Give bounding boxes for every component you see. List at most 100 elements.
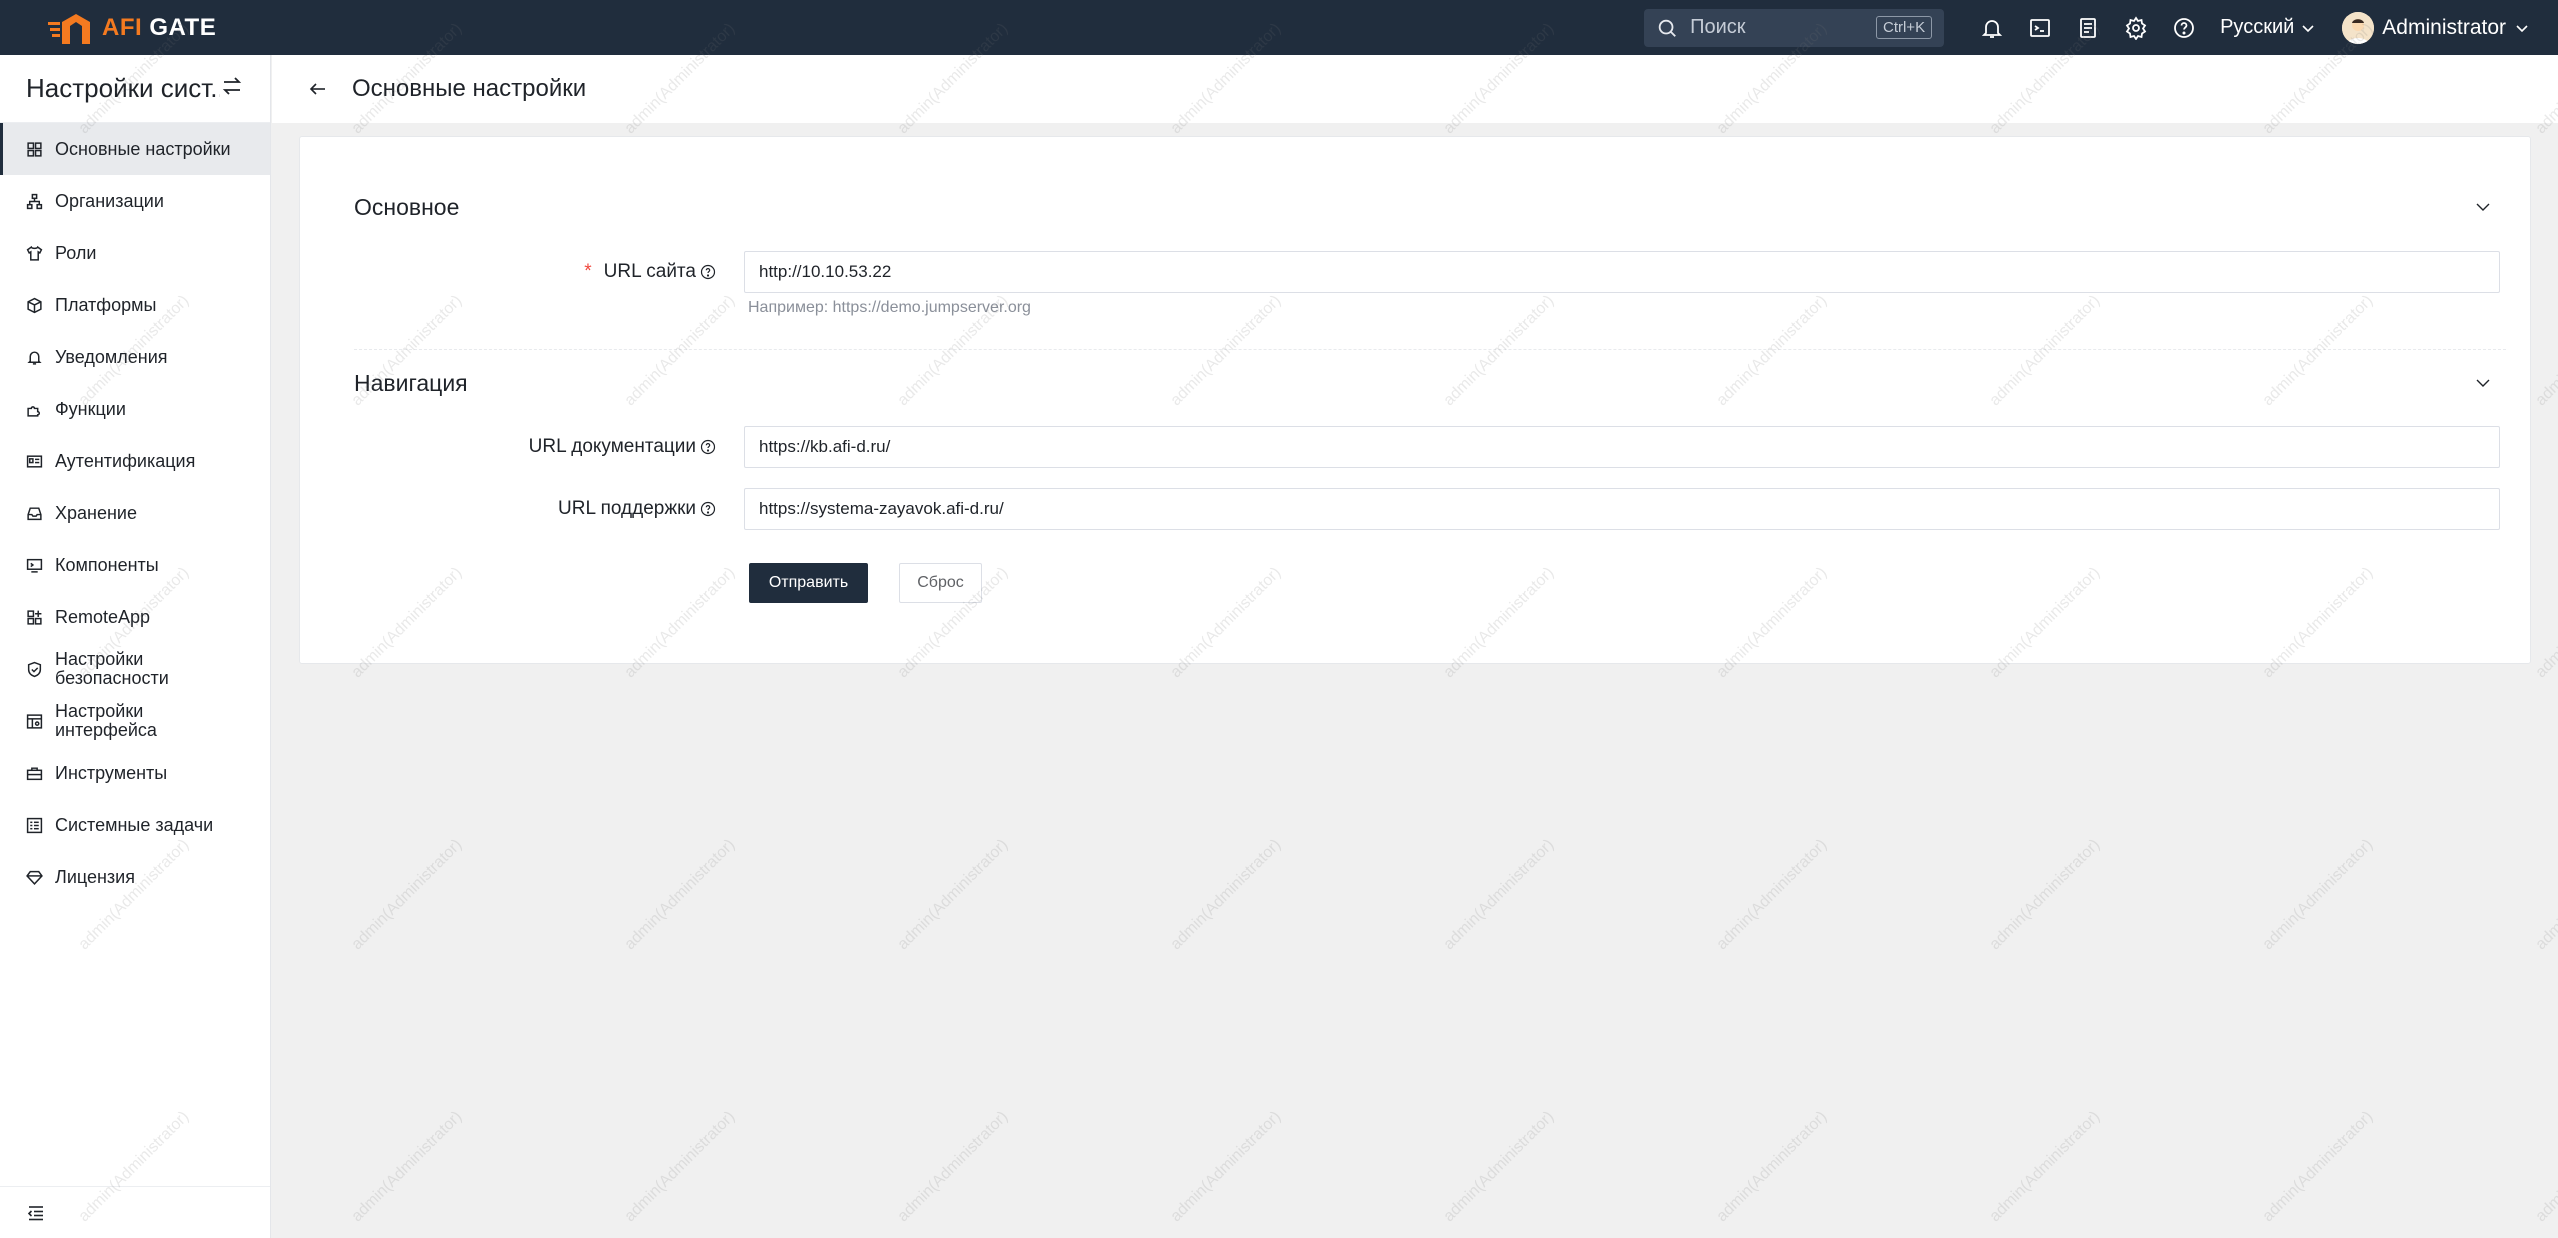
search-shortcut: Ctrl+K (1875, 16, 1933, 39)
help-button[interactable] (2160, 4, 2208, 52)
sidebar-item-license[interactable]: Лицензия (0, 851, 270, 903)
layout-icon (26, 713, 43, 729)
docs-url-row: URL документации (354, 426, 2506, 468)
help-icon[interactable] (700, 439, 716, 455)
language-select[interactable]: Русский (2220, 16, 2316, 39)
sidebar-item-authentication[interactable]: Аутентификация (0, 435, 270, 487)
help-icon[interactable] (700, 264, 716, 280)
task-list-icon (26, 817, 43, 833)
submit-button[interactable]: Отправить (749, 563, 868, 603)
watermark-text: admin(Administrator) (348, 836, 466, 954)
watermark-text: admin(Administrator) (1167, 836, 1285, 954)
section-title: Основное (354, 193, 460, 220)
cube-icon (27, 297, 42, 313)
site-url-input[interactable] (744, 251, 2500, 293)
logo-text: AFI GATE (102, 13, 217, 41)
notifications-button[interactable] (1968, 4, 2016, 52)
sidebar-item-notifications[interactable]: Уведомления (0, 331, 270, 383)
terminal-button[interactable] (2016, 4, 2064, 52)
watermark-text: admin(Administrator) (2259, 1108, 2377, 1226)
shield-icon (27, 661, 42, 677)
search-box[interactable]: Поиск Ctrl+K (1644, 8, 1945, 47)
sidebar-item-platforms[interactable]: Платформы (0, 279, 270, 331)
settings-button[interactable] (2112, 4, 2160, 52)
section-basic-header[interactable]: Основное (354, 187, 2506, 227)
sidebar-item-roles[interactable]: Роли (0, 227, 270, 279)
watermark-text: admin(Administrator) (2532, 564, 2558, 682)
user-avatar-icon (2342, 11, 2375, 44)
sidebar-item-label: Функции (55, 398, 126, 419)
watermark-text: admin(Administrator) (1986, 1108, 2104, 1226)
site-url-hint: Например: https://demo.jumpserver.org (748, 299, 1031, 316)
watermark-text: admin(Administrator) (348, 1108, 466, 1226)
required-asterisk: * (584, 261, 592, 282)
sidebar-item-label: Организации (55, 190, 164, 211)
sidebar-item-label: Основные настройки (55, 138, 231, 159)
support-url-row: URL поддержки (354, 488, 2506, 530)
sidebar-item-organizations[interactable]: Организации (0, 175, 270, 227)
logo-mark-icon (48, 13, 90, 44)
sidebar-item-label: Лицензия (55, 866, 135, 887)
sidebar-item-security-settings[interactable]: Настройки безопасности (0, 643, 270, 695)
inbox-icon (27, 506, 42, 520)
shirt-icon (26, 245, 43, 261)
grid-icon (27, 141, 42, 157)
switch-view-button[interactable] (220, 74, 244, 103)
watermark-text: admin(Administrator) (2259, 836, 2377, 954)
reset-button[interactable]: Сброс (899, 563, 982, 603)
collapse-menu-icon (27, 1205, 43, 1220)
logo[interactable]: AFI GATE (46, 0, 216, 55)
clipboard-icon (2080, 17, 2096, 38)
sidebar-item-remoteapp[interactable]: RemoteApp (0, 591, 270, 643)
watermark-text: admin(Administrator) (1167, 1108, 1285, 1226)
sidebar-header: Настройки сист... (0, 55, 270, 123)
section-nav-header[interactable]: Навигация (354, 363, 2506, 403)
site-url-row: * URL сайта (354, 251, 2506, 293)
sidebar-item-system-tasks[interactable]: Системные задачи (0, 799, 270, 851)
puzzle-icon (27, 405, 40, 417)
sidebar-title: Настройки сист... (26, 73, 220, 103)
docs-url-label: URL документации (354, 436, 724, 458)
sidebar-item-features[interactable]: Функции (0, 383, 270, 435)
terminal-icon (2030, 18, 2050, 37)
sidebar-item-label: Роли (55, 242, 97, 263)
watermark-text: admin(Administrator) (1986, 836, 2104, 954)
sidebar-item-label: Платформы (55, 294, 157, 315)
sidebar-item-basic-settings[interactable]: Основные настройки (0, 123, 270, 175)
help-icon[interactable] (700, 501, 716, 517)
watermark-text: admin(Administrator) (894, 836, 1012, 954)
back-button[interactable] (304, 75, 332, 103)
watermark-text: admin(Administrator) (621, 836, 739, 954)
support-url-label: URL поддержки (354, 498, 724, 520)
settings-form-card: Основное * URL сайта Например: https://d… (299, 136, 2531, 664)
sidebar-item-storage[interactable]: Хранение (0, 487, 270, 539)
toolbox-icon (26, 766, 43, 780)
org-tree-icon (26, 193, 43, 209)
sidebar-item-components[interactable]: Компоненты (0, 539, 270, 591)
page-header: Основные настройки (272, 55, 2558, 123)
gear-icon (2125, 15, 2147, 40)
bell-icon (27, 350, 42, 365)
sidebar-item-interface-settings[interactable]: Настройки интерфейса (0, 695, 270, 747)
sidebar-item-label: Аутентификация (55, 450, 196, 471)
watermark-text: admin(Administrator) (1713, 1108, 1831, 1226)
section-divider (354, 349, 2506, 350)
help-icon (2174, 17, 2194, 38)
sidebar-item-tools[interactable]: Инструменты (0, 747, 270, 799)
tickets-button[interactable] (2064, 4, 2112, 52)
sidebar-collapse-button[interactable] (0, 1186, 270, 1238)
chevron-down-icon (2302, 24, 2314, 32)
user-menu[interactable]: Administrator (2342, 11, 2530, 44)
sidebar-item-label: Компоненты (55, 554, 159, 575)
language-label: Русский (2220, 16, 2295, 38)
arrow-left-icon (309, 83, 325, 95)
support-url-input[interactable] (744, 488, 2500, 530)
docs-url-input[interactable] (744, 426, 2500, 468)
sidebar-item-label: Настройки безопасности (55, 649, 169, 688)
sidebar-item-label: RemoteApp (55, 606, 151, 627)
watermark-text: admin(Administrator) (1713, 836, 1831, 954)
watermark-text: admin(Administrator) (2532, 292, 2558, 410)
top-bar: AFI GATE Поиск Ctrl+K Русский Administra… (0, 0, 2558, 55)
chevron-down-icon (2516, 24, 2528, 32)
sidebar-item-label: Системные задачи (55, 814, 214, 835)
